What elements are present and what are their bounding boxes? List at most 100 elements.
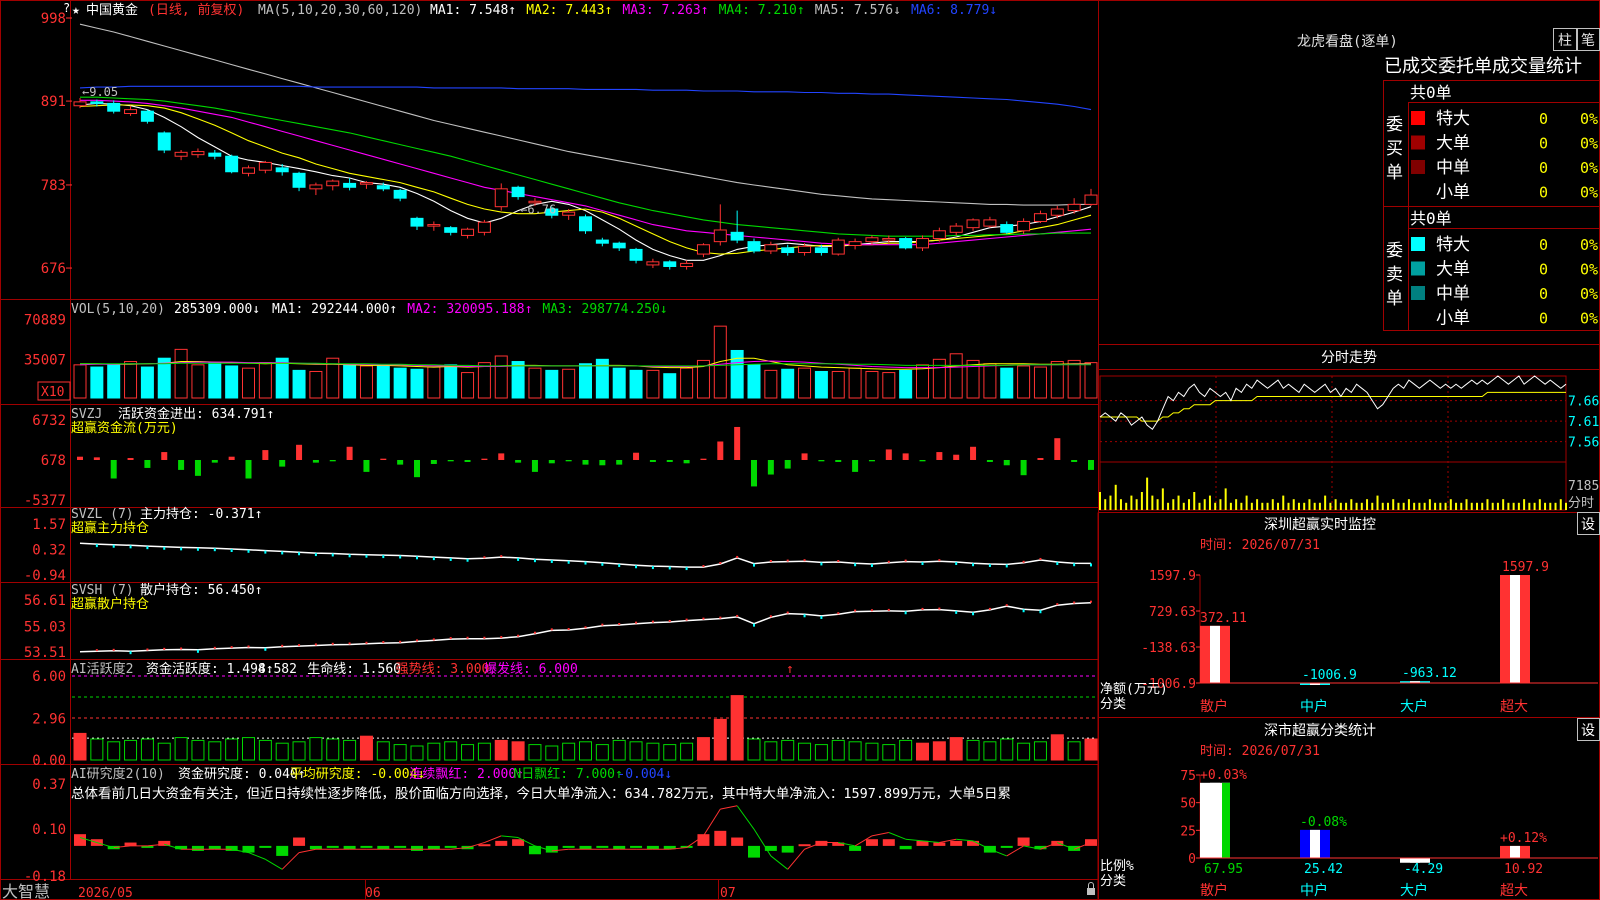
svzj-bar xyxy=(953,454,960,460)
ai-research-line xyxy=(248,852,266,860)
vol-bar xyxy=(427,366,441,399)
vol-bar xyxy=(1067,359,1081,399)
candle-body xyxy=(1067,203,1081,212)
ai-activity-bar xyxy=(1017,742,1031,761)
ai-research-bar xyxy=(1017,837,1030,846)
vol-bar xyxy=(174,348,188,399)
price-annotation: ←6.76 xyxy=(520,203,556,217)
candle-body xyxy=(90,101,104,104)
sz_category-category: 大户 xyxy=(1400,882,1428,899)
dragon-row-label: 小单 xyxy=(1436,183,1470,203)
vol-tick: 35007 xyxy=(24,352,66,368)
svzj-bar xyxy=(380,458,387,460)
dragon-row-pct: 0% xyxy=(1580,310,1598,328)
dragon-row-label: 大单 xyxy=(1436,260,1470,280)
candle-body xyxy=(477,221,491,233)
sz_category-xlabel: 分类 xyxy=(1100,874,1126,889)
vol-bar xyxy=(376,365,390,399)
svsh-subtitle: 超赢散户持仓 xyxy=(71,596,149,612)
candle-body xyxy=(242,167,255,174)
sell-count: 共0单 xyxy=(1410,209,1452,228)
sz_category-title: 深市超赢分类统计 xyxy=(1264,722,1376,739)
vol-bar xyxy=(528,367,542,399)
sz_category-change-label: +0.12% xyxy=(1500,831,1547,846)
svzj-bar xyxy=(582,459,589,465)
vol-bar xyxy=(1033,366,1047,399)
candle-body xyxy=(1084,194,1098,205)
ai-research-bar xyxy=(933,842,946,846)
dragon-row-value: 0 xyxy=(1539,110,1548,128)
dragon-color-swatch xyxy=(1411,135,1425,150)
svzj-bar xyxy=(515,459,522,463)
candle-body xyxy=(713,229,727,243)
settings-button-label: 设 xyxy=(1581,517,1595,533)
candle-body xyxy=(124,109,138,115)
ai-activity-bar xyxy=(140,738,154,761)
ai-activity-bar xyxy=(848,741,862,761)
vol-bar xyxy=(713,325,727,399)
vol-bar xyxy=(1050,361,1064,399)
dragon-title: 龙虎看盘(逐单) xyxy=(1297,33,1398,50)
price-tick: 676 xyxy=(41,261,66,277)
vol-bar xyxy=(730,349,744,399)
ai-research-line xyxy=(770,855,789,870)
ai-research-bar xyxy=(849,845,862,851)
ai-research-line xyxy=(298,848,316,854)
sell-side-char: 单 xyxy=(1386,289,1403,309)
vol-bar xyxy=(359,365,373,399)
candle-body xyxy=(461,228,475,236)
favorite-star-icon[interactable]: ★ xyxy=(72,3,80,18)
ai-research-line xyxy=(956,838,974,842)
ai-activity-bar xyxy=(798,742,812,761)
ai-research-item-0: 资金研究度: 0.040↑ xyxy=(178,766,306,782)
dragon-row-label: 中单 xyxy=(1436,158,1470,178)
ai-activity-bar xyxy=(1033,741,1047,761)
ai-activity-bar xyxy=(882,744,896,761)
ai-research-bar xyxy=(1000,845,1013,848)
sz_category-tick: 75 xyxy=(1180,769,1196,784)
svzj-title: 活跃资金进出: 634.791↑ xyxy=(118,406,274,422)
lock-icon[interactable] xyxy=(1087,882,1095,896)
vol-bar xyxy=(275,357,289,399)
dragon-color-swatch xyxy=(1411,237,1425,251)
svzl-tick: -0.94 xyxy=(24,568,66,584)
svzj-bar xyxy=(447,459,454,462)
ai-activity-chart: AI活跃度2 资金活跃度: 1.498↑4.582 生命线: 1.560强势线: 3… xyxy=(32,661,1098,769)
svzj-bar xyxy=(77,456,83,460)
sz_category-change-label: +0.03% xyxy=(1200,768,1247,783)
sz_category-category: 散户 xyxy=(1200,882,1228,899)
vol-bar xyxy=(191,364,205,399)
settings-button[interactable]: 设 xyxy=(1577,718,1600,741)
candle-body xyxy=(966,219,980,229)
candle-body xyxy=(983,219,997,227)
svzj-bar xyxy=(161,452,168,460)
candle-body xyxy=(73,101,87,107)
ai-activity-bar xyxy=(899,739,913,761)
svzj-bar xyxy=(464,459,471,462)
svzj-bar xyxy=(194,459,201,476)
ai-activity-bar xyxy=(376,741,390,761)
ai-activity-bar xyxy=(663,744,677,761)
sz_category-ylabel: 比例% xyxy=(1100,859,1134,874)
candle-body xyxy=(427,224,441,227)
dragon-row-pct: 0% xyxy=(1580,135,1598,153)
vol-bar xyxy=(562,368,576,399)
svzj-bar xyxy=(144,459,151,468)
period-label[interactable]: (日线, 前复权) xyxy=(148,2,244,18)
ai-activity-bar xyxy=(966,739,980,761)
vol-bar xyxy=(258,362,272,399)
svzj-bar xyxy=(801,453,808,460)
vol-bar xyxy=(899,369,913,399)
svzl-label: SVZL (7) xyxy=(71,507,134,522)
ai-research-bar xyxy=(630,845,643,848)
svzj-bar xyxy=(565,459,572,462)
dragon-row-label: 特大 xyxy=(1436,109,1470,129)
svsh-chart: SVSH (7) 散户持仓: 56.450↑超赢散户持仓 56.61 55.03 53.… xyxy=(24,582,1092,661)
sz_category-tick: 25 xyxy=(1180,824,1196,839)
settings-button[interactable]: 设 xyxy=(1577,512,1600,535)
svzj-bar xyxy=(616,459,623,465)
candle-body xyxy=(781,247,795,254)
svzj-bar xyxy=(1003,459,1010,466)
vol-bar xyxy=(208,362,222,399)
ai-activity-bar xyxy=(225,738,239,761)
